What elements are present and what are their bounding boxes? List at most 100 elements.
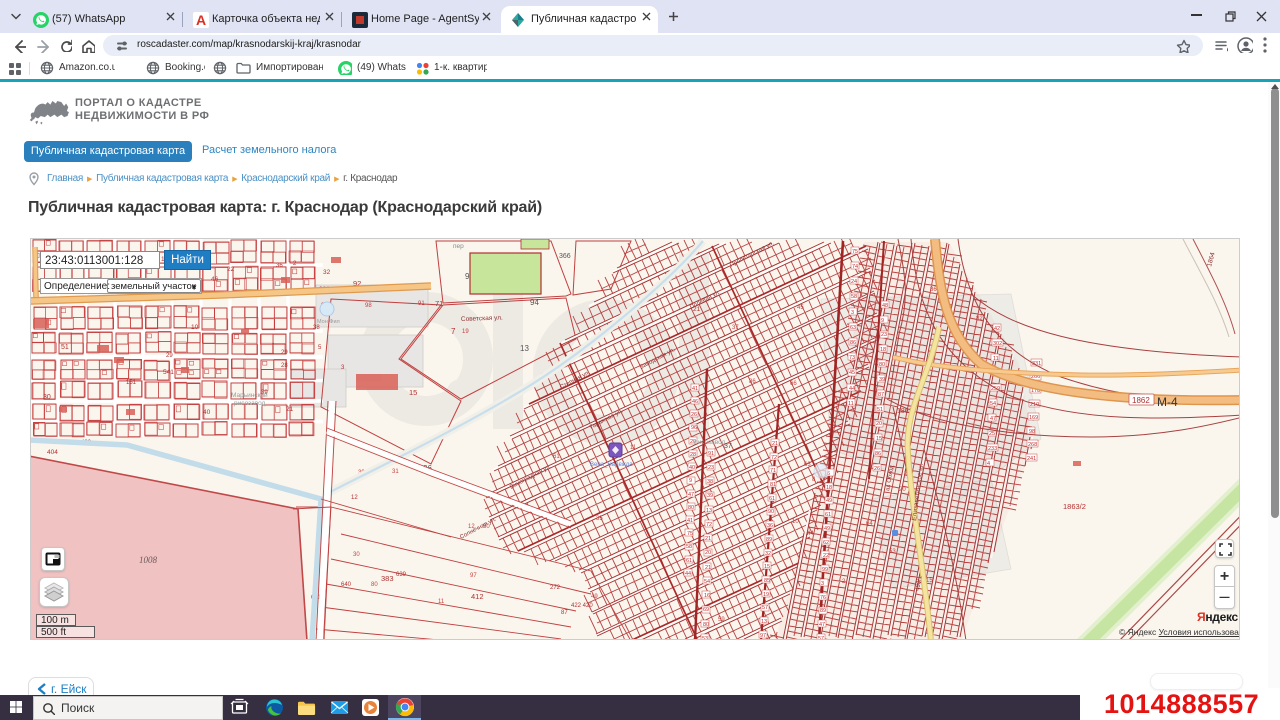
svg-text:61: 61 (553, 454, 560, 460)
svg-text:М-4: М-4 (1157, 395, 1178, 409)
svg-text:39: 39 (879, 377, 885, 383)
svg-text:3: 3 (821, 581, 824, 587)
svg-text:13: 13 (520, 344, 529, 353)
svg-text:44: 44 (685, 571, 691, 577)
svg-text:37: 37 (732, 325, 739, 331)
svg-text:1863/2: 1863/2 (1063, 502, 1086, 511)
svg-text:72: 72 (771, 455, 777, 461)
svg-text:61: 61 (769, 496, 775, 502)
svg-text:40: 40 (689, 465, 695, 471)
svg-text:97: 97 (470, 573, 477, 579)
svg-text:рисозавод: рисозавод (694, 439, 726, 446)
svg-text:23: 23 (708, 465, 714, 471)
svg-text:58: 58 (686, 544, 692, 550)
svg-text:91: 91 (708, 451, 714, 457)
svg-text:16: 16 (704, 593, 710, 599)
svg-text:241: 241 (1027, 456, 1036, 462)
svg-text:32: 32 (323, 269, 331, 276)
svg-text:А: А (196, 12, 206, 28)
svg-text:58: 58 (851, 294, 857, 300)
svg-text:259: 259 (991, 386, 1000, 392)
svg-text:24: 24 (851, 279, 857, 285)
svg-text:82: 82 (976, 316, 983, 322)
svg-text:51: 51 (61, 344, 69, 351)
svg-text:233: 233 (988, 446, 997, 452)
svg-text:89: 89 (820, 608, 826, 614)
svg-text:15: 15 (764, 564, 770, 570)
svg-text:49: 49 (591, 594, 598, 600)
svg-text:72: 72 (706, 522, 712, 528)
svg-text:23: 23 (881, 332, 887, 338)
svg-text:12: 12 (351, 495, 358, 501)
svg-text:28: 28 (281, 363, 288, 369)
svg-text:46: 46 (211, 276, 219, 283)
svg-text:32: 32 (765, 551, 771, 557)
svg-text:47: 47 (819, 622, 825, 628)
svg-text:54: 54 (704, 579, 710, 585)
svg-text:90: 90 (768, 509, 774, 515)
svg-text:639: 639 (396, 572, 407, 578)
svg-text:272: 272 (550, 585, 561, 591)
svg-text:11: 11 (848, 401, 854, 407)
svg-text:1008: 1008 (139, 555, 158, 565)
svg-text:76: 76 (820, 595, 826, 601)
svg-text:64: 64 (866, 521, 873, 527)
svg-text:80: 80 (371, 582, 378, 588)
svg-text:86: 86 (749, 379, 756, 385)
svg-text:86: 86 (930, 287, 937, 293)
svg-text:39: 39 (707, 493, 713, 499)
svg-text:87: 87 (561, 610, 568, 616)
svg-text:20: 20 (876, 421, 882, 427)
svg-text:20: 20 (899, 487, 906, 493)
svg-text:21: 21 (772, 441, 778, 447)
svg-text:54: 54 (990, 401, 996, 407)
svg-text:302: 302 (993, 341, 1002, 347)
svg-text:45: 45 (797, 305, 804, 311)
svg-text:21: 21 (705, 536, 711, 542)
svg-text:38: 38 (313, 325, 320, 331)
svg-text:9: 9 (689, 478, 692, 484)
svg-text:21: 21 (705, 565, 711, 571)
svg-text:422 420: 422 420 (571, 603, 593, 609)
svg-text:99: 99 (822, 567, 828, 573)
svg-text:22: 22 (823, 553, 829, 559)
svg-text:29: 29 (166, 353, 173, 359)
svg-text:38: 38 (707, 479, 713, 485)
svg-text:49: 49 (826, 498, 832, 504)
svg-text:71: 71 (435, 299, 443, 308)
svg-text:19: 19 (763, 592, 769, 598)
svg-text:87: 87 (878, 392, 884, 398)
svg-text:4: 4 (987, 461, 990, 467)
svg-text:7: 7 (451, 327, 456, 336)
svg-text:18: 18 (826, 485, 832, 491)
svg-text:рисозавод: рисозавод (234, 400, 266, 407)
svg-text:412: 412 (471, 592, 484, 601)
svg-text:53: 53 (702, 636, 708, 640)
svg-text:36: 36 (767, 523, 773, 529)
svg-text:9: 9 (881, 318, 884, 324)
svg-text:41: 41 (687, 518, 693, 524)
svg-text:86: 86 (875, 451, 881, 457)
svg-text:85: 85 (764, 578, 770, 584)
svg-text:3: 3 (851, 310, 854, 316)
svg-text:30: 30 (43, 394, 51, 401)
svg-text:62: 62 (823, 540, 829, 546)
svg-text:97: 97 (760, 633, 766, 639)
svg-text:18: 18 (880, 347, 886, 353)
svg-text:29: 29 (281, 350, 288, 356)
svg-text:11: 11 (993, 356, 999, 362)
svg-text:89: 89 (766, 537, 772, 543)
svg-text:45: 45 (849, 370, 855, 376)
svg-text:383: 383 (381, 574, 394, 583)
svg-text:26: 26 (691, 412, 697, 418)
svg-text:80: 80 (703, 622, 709, 628)
svg-text:74: 74 (852, 264, 858, 270)
svg-text:53: 53 (889, 549, 896, 555)
svg-text:151: 151 (126, 380, 137, 386)
svg-text:404: 404 (47, 449, 58, 456)
svg-text:640: 640 (341, 582, 352, 588)
svg-text:61: 61 (686, 558, 692, 564)
svg-text:59: 59 (718, 617, 725, 623)
svg-text:51: 51 (877, 407, 883, 413)
svg-text:91: 91 (418, 301, 425, 307)
